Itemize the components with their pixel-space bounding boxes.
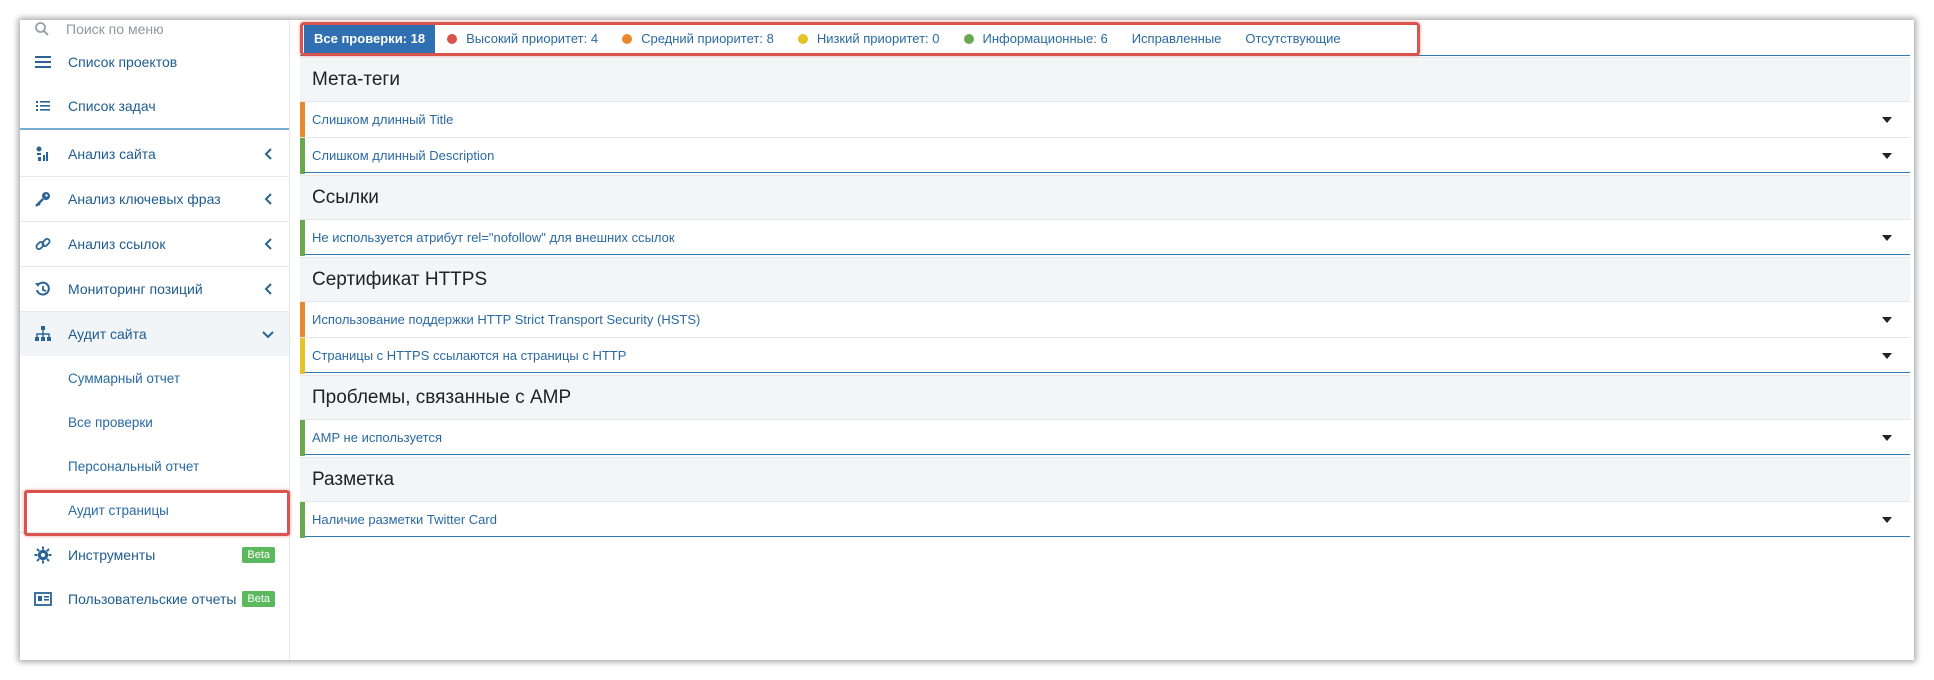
chevron-down-icon	[261, 326, 275, 342]
sidebar-item-position-monitoring[interactable]: Мониторинг позиций	[20, 267, 289, 311]
caret-down-icon[interactable]	[1882, 517, 1892, 523]
sidebar-subitem-label: Суммарный отчет	[68, 370, 181, 386]
sidebar-item-tasks[interactable]: Список задач	[20, 84, 289, 128]
list-icon	[34, 97, 52, 115]
sidebar-item-tools[interactable]: Инструменты Beta	[20, 533, 289, 577]
filter-all-checks[interactable]: Все проверки: 18	[304, 24, 436, 53]
filter-fixed[interactable]: Исправленные	[1120, 25, 1234, 53]
filter-label: Информационные: 6	[982, 31, 1108, 46]
chevron-left-icon	[261, 236, 275, 252]
check-label: AMP не используется	[312, 429, 442, 445]
medium-priority-dot-icon	[622, 33, 633, 44]
sidebar-subitem-all-checks[interactable]: Все проверки	[20, 400, 289, 444]
caret-down-icon[interactable]	[1882, 153, 1892, 159]
filter-label: Низкий приоритет: 0	[816, 31, 940, 46]
check-label: Наличие разметки Twitter Card	[312, 511, 497, 527]
priority-stripe	[300, 420, 305, 456]
info-dot-icon	[963, 33, 974, 44]
beta-badge: Beta	[242, 547, 275, 563]
menu-search[interactable]: Поиск по меню	[20, 20, 289, 40]
sidebar-item-label: Мониторинг позиций	[68, 281, 203, 297]
report-card-icon	[34, 590, 52, 608]
sidebar-item-keywords[interactable]: Анализ ключевых фраз	[20, 177, 289, 221]
sidebar-item-links[interactable]: Анализ ссылок	[20, 222, 289, 266]
caret-down-icon[interactable]	[1882, 117, 1892, 123]
group-title: Ссылки	[300, 175, 1910, 219]
sidebar-item-label: Список проектов	[68, 54, 178, 70]
app-frame: Поиск по меню Список проектов Список зад…	[20, 20, 1914, 660]
sidebar-item-site-audit[interactable]: Аудит сайта	[20, 312, 289, 356]
filter-high-priority[interactable]: Высокий приоритет: 4	[435, 25, 610, 53]
check-row[interactable]: Слишком длинный Description	[300, 137, 1910, 174]
filter-medium-priority[interactable]: Средний приоритет: 8	[610, 25, 786, 53]
chevron-left-icon	[261, 146, 275, 162]
sidebar-item-label: Список задач	[68, 98, 156, 114]
search-icon	[34, 21, 50, 37]
check-label: Слишком длинный Title	[312, 112, 454, 127]
sidebar-divider	[20, 128, 289, 130]
search-input[interactable]: Поиск по меню	[66, 21, 164, 37]
filter-informational[interactable]: Информационные: 6	[952, 25, 1120, 53]
sidebar-subitem-label: Все проверки	[68, 414, 153, 430]
key-icon	[34, 190, 52, 208]
sidebar-subitem-summary-report[interactable]: Суммарный отчет	[20, 356, 289, 400]
sidebar-subitem-label: Аудит страницы	[68, 502, 169, 518]
gear-icon	[34, 546, 52, 564]
link-icon	[34, 235, 52, 253]
history-icon	[34, 280, 52, 298]
sidebar-subitem-page-audit[interactable]: Аудит страницы	[20, 488, 290, 536]
chevron-left-icon	[261, 191, 275, 207]
check-row[interactable]: Страницы с HTTPS ссылаются на страницы с…	[300, 337, 1910, 374]
check-row[interactable]: Слишком длинный Title	[300, 101, 1910, 138]
group-title: Проблемы, связанные с AMP	[300, 375, 1910, 419]
group-title: Сертификат HTTPS	[300, 257, 1910, 301]
filter-missing[interactable]: Отсутствующие	[1233, 25, 1352, 53]
sidebar: Поиск по меню Список проектов Список зад…	[20, 20, 290, 660]
filter-low-priority[interactable]: Низкий приоритет: 0	[786, 25, 952, 53]
filter-label: Высокий приоритет: 4	[466, 31, 599, 46]
group-title: Разметка	[300, 457, 1910, 501]
high-priority-dot-icon	[447, 33, 458, 44]
beta-badge: Beta	[242, 591, 275, 607]
main-content: Все проверки: 18 Высокий приоритет: 4 Ср…	[300, 20, 1910, 660]
bars-icon	[34, 53, 52, 71]
sidebar-item-label: Анализ ссылок	[68, 236, 166, 252]
check-label: Не используется атрибут rel="nofollow" д…	[312, 229, 675, 245]
chevron-left-icon	[261, 281, 275, 297]
check-label: Использование поддержки HTTP Strict Tran…	[312, 312, 701, 327]
priority-stripe	[300, 338, 305, 374]
check-row[interactable]: Наличие разметки Twitter Card	[300, 501, 1910, 538]
sidebar-item-label: Инструменты	[68, 547, 156, 563]
sidebar-item-label: Аудит сайта	[68, 326, 147, 342]
priority-stripe	[300, 502, 305, 538]
caret-down-icon[interactable]	[1882, 317, 1892, 323]
group-title: Мета-теги	[300, 57, 1910, 101]
check-label: Слишком длинный Description	[312, 147, 495, 163]
sidebar-item-label: Анализ сайта	[68, 146, 156, 162]
sidebar-item-label: Анализ ключевых фраз	[68, 191, 221, 207]
sidebar-item-label: Пользовательские отчеты	[68, 591, 237, 607]
low-priority-dot-icon	[797, 33, 808, 44]
check-label: Страницы с HTTPS ссылаются на страницы с…	[312, 347, 627, 363]
priority-stripe	[300, 102, 305, 138]
caret-down-icon[interactable]	[1882, 435, 1892, 441]
sidebar-item-site-analysis[interactable]: Анализ сайта	[20, 132, 289, 176]
priority-filter-bar: Все проверки: 18 Высокий приоритет: 4 Ср…	[300, 22, 1910, 56]
priority-stripe	[300, 220, 305, 256]
sitemap-icon	[34, 325, 52, 343]
sidebar-item-custom-reports[interactable]: Пользовательские отчеты Beta	[20, 577, 289, 621]
check-row[interactable]: Не используется атрибут rel="nofollow" д…	[300, 219, 1910, 256]
sidebar-subitem-personal-report[interactable]: Персональный отчет	[20, 444, 289, 488]
filter-label: Средний приоритет: 8	[641, 31, 774, 46]
caret-down-icon[interactable]	[1882, 235, 1892, 241]
sidebar-subitem-label: Персональный отчет	[68, 458, 200, 474]
priority-stripe	[300, 138, 305, 174]
site-analysis-icon	[34, 145, 52, 163]
priority-stripe	[300, 302, 305, 338]
sidebar-item-projects[interactable]: Список проектов	[20, 40, 289, 84]
caret-down-icon[interactable]	[1882, 353, 1892, 359]
check-row[interactable]: AMP не используется	[300, 419, 1910, 456]
check-row[interactable]: Использование поддержки HTTP Strict Tran…	[300, 301, 1910, 338]
